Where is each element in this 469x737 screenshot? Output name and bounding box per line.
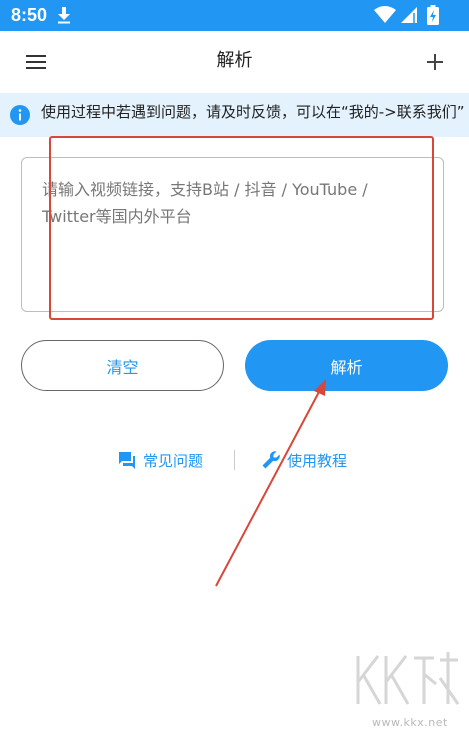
wifi-icon <box>374 6 396 23</box>
plus-icon <box>427 54 443 70</box>
status-bar: 8:50 <box>0 0 469 31</box>
tutorial-label: 使用教程 <box>287 451 348 470</box>
download-icon <box>58 7 70 24</box>
page-title: 解析 <box>216 50 253 71</box>
info-icon <box>10 105 30 125</box>
chat-bubble-icon <box>119 452 135 469</box>
wifi-signal-icons <box>374 6 417 23</box>
wrench-icon <box>262 451 280 469</box>
notice-bar: 使用过程中若遇到问题，请及时反馈，可以在“我的->联系我们” <box>0 93 469 137</box>
status-time: 8:50 <box>11 5 48 25</box>
help-links: 常见问题 使用教程 <box>0 446 469 474</box>
link-divider <box>234 450 235 470</box>
add-button[interactable] <box>419 46 451 78</box>
clear-button[interactable]: 清空 <box>21 340 224 391</box>
watermark-url: www.kkx.net <box>372 716 448 729</box>
toolbar: 解析 <box>0 31 469 93</box>
faq-link[interactable]: 常见问题 <box>117 446 203 474</box>
tutorial-link[interactable]: 使用教程 <box>261 446 347 474</box>
faq-label: 常见问题 <box>143 451 204 470</box>
battery-charging-icon <box>427 5 439 25</box>
notice-text: 使用过程中若遇到问题，请及时反馈，可以在“我的->联系我们” <box>41 103 465 121</box>
video-link-input[interactable] <box>21 157 444 312</box>
parse-button[interactable]: 解析 <box>245 340 448 391</box>
